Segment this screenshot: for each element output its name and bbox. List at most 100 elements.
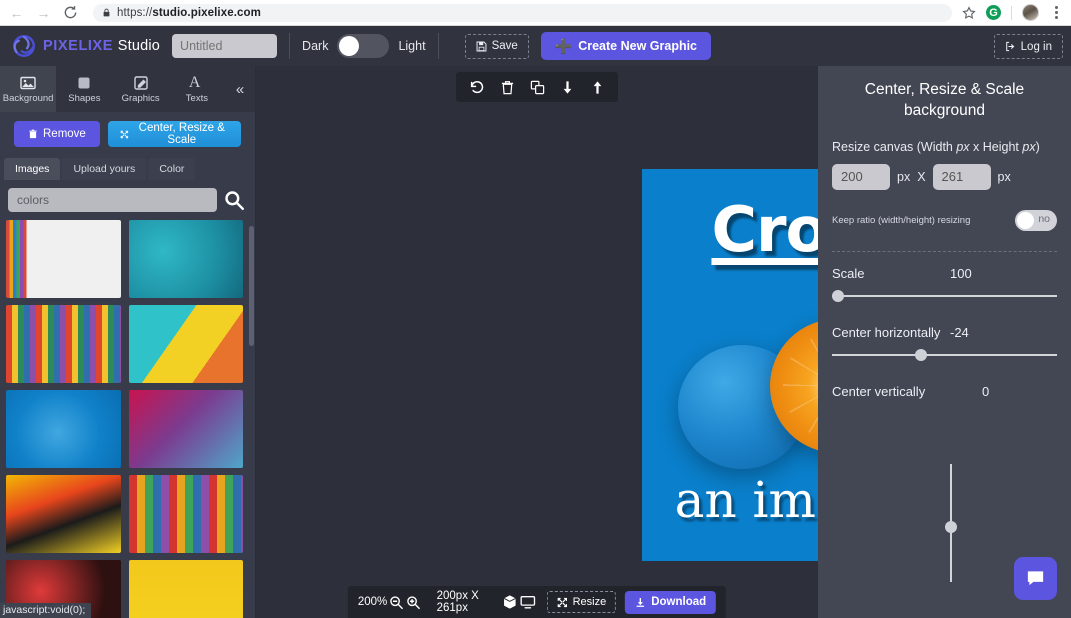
- download-label: Download: [651, 596, 706, 608]
- zoom-level: 200%: [358, 596, 387, 608]
- plus-icon: ➕: [555, 39, 572, 53]
- vertical-slider-thumb[interactable]: [945, 521, 957, 533]
- move-down-icon[interactable]: [552, 72, 582, 102]
- zoom-in-icon[interactable]: [405, 590, 423, 614]
- save-label: Save: [492, 40, 518, 52]
- canvas-dimensions: 200px X 261px: [437, 590, 494, 614]
- thumbnail-rainbow-waves[interactable]: [6, 475, 121, 553]
- create-new-graphic-button[interactable]: ➕ Create New Graphic: [541, 32, 711, 60]
- slider-thumb[interactable]: [832, 290, 844, 302]
- bookmark-star-icon[interactable]: [962, 6, 976, 20]
- tool-tab-background[interactable]: Background: [0, 66, 56, 112]
- vertical-slider-track[interactable]: [944, 464, 958, 582]
- left-sidebar: Background Shapes Graphics A Texts «: [0, 66, 256, 618]
- reload-icon[interactable]: [62, 4, 79, 21]
- avatar[interactable]: [1022, 4, 1039, 21]
- thumbnail-rainbow-stripes-person[interactable]: [6, 305, 121, 383]
- extension-icon[interactable]: G: [986, 5, 1001, 20]
- tool-tab-graphics[interactable]: Graphics: [113, 66, 169, 112]
- panel-title: Center, Resize & Scale background: [832, 80, 1057, 122]
- tool-tab-texts[interactable]: A Texts: [169, 66, 225, 112]
- download-icon: [635, 597, 646, 608]
- duplicate-icon[interactable]: [522, 72, 552, 102]
- resize-button[interactable]: Resize: [547, 591, 617, 613]
- slider-thumb[interactable]: [915, 349, 927, 361]
- monitor-icon[interactable]: [519, 590, 537, 614]
- thumbnail-stained-glass-panels[interactable]: [129, 305, 244, 383]
- tool-tab-label: Background: [3, 93, 54, 104]
- thumbnail-colored-pencils-white[interactable]: [6, 220, 121, 298]
- login-arrow-icon: [1005, 41, 1016, 52]
- width-input[interactable]: [832, 164, 890, 190]
- app-logo[interactable]: PIXELIXE Studio: [8, 34, 160, 58]
- move-arrows-icon: [557, 597, 568, 608]
- keep-ratio-label: Keep ratio (width/height) resizing: [832, 215, 1015, 226]
- sub-tab-color[interactable]: Color: [148, 158, 195, 180]
- height-input[interactable]: [933, 164, 991, 190]
- create-label: Create New Graphic: [578, 39, 697, 53]
- browser-toolbar: ← → https://studio.pixelixe.com G: [0, 0, 1071, 26]
- theme-light-label: Light: [398, 39, 425, 53]
- slider-value: 100: [950, 266, 972, 281]
- zoom-out-icon[interactable]: [387, 590, 405, 614]
- search-icon[interactable]: [223, 189, 245, 211]
- keep-ratio-toggle[interactable]: no: [1015, 210, 1057, 231]
- collapse-sidebar-button[interactable]: «: [225, 66, 255, 112]
- tool-tab-shapes[interactable]: Shapes: [56, 66, 112, 112]
- toolbar-divider: [1011, 6, 1012, 20]
- theme-dark-label: Dark: [302, 39, 328, 53]
- thumbnail-color-swatch-rows[interactable]: [129, 475, 244, 553]
- square-icon: [76, 75, 92, 91]
- background-actions: Remove Center, Resize & Scale: [0, 112, 255, 156]
- background-sub-tabs: Images Upload yours Color: [0, 156, 255, 180]
- canvas-area[interactable]: Crop an image 200% 200px X 261px: [256, 66, 818, 618]
- save-button[interactable]: Save: [465, 34, 529, 59]
- height-unit: px: [998, 170, 1011, 184]
- move-arrows-icon: [120, 129, 129, 140]
- thumbnail-pink-purple-ink[interactable]: [129, 390, 244, 468]
- width-unit: px: [897, 170, 910, 184]
- slider-center-vertically: Center vertically 0: [832, 384, 1057, 399]
- canvas-size-row: px X px: [832, 164, 1057, 190]
- slider-track[interactable]: [832, 348, 1057, 362]
- remove-background-button[interactable]: Remove: [14, 121, 100, 147]
- sub-tab-images[interactable]: Images: [4, 158, 60, 180]
- kebab-menu-icon[interactable]: [1049, 6, 1063, 19]
- tool-tab-bar: Background Shapes Graphics A Texts «: [0, 66, 255, 112]
- undo-icon[interactable]: [462, 72, 492, 102]
- sidebar-scrollbar[interactable]: [249, 226, 254, 346]
- center-resize-scale-button[interactable]: Center, Resize & Scale: [108, 121, 241, 147]
- thumbnail-yellow-gradient[interactable]: [129, 560, 244, 618]
- letter-a-icon: A: [189, 75, 205, 91]
- logo-text: PIXELIXE Studio: [43, 38, 160, 54]
- search-input[interactable]: [8, 188, 217, 212]
- background-thumbnail-grid: [0, 218, 255, 618]
- login-button[interactable]: Log in: [994, 34, 1063, 59]
- pencil-square-icon: [133, 75, 149, 91]
- sub-tab-upload-yours[interactable]: Upload yours: [62, 158, 146, 180]
- section-divider: [832, 251, 1057, 252]
- app-header: PIXELIXE Studio Dark Light Save ➕ Create…: [0, 26, 1071, 66]
- slider-label: Center horizontally: [832, 325, 950, 340]
- forward-arrow-icon[interactable]: →: [35, 4, 52, 21]
- resize-canvas-label: Resize canvas (Width px x Height px): [832, 140, 1057, 154]
- slider-track[interactable]: [832, 289, 1057, 303]
- theme-toggle[interactable]: [337, 34, 389, 58]
- download-button[interactable]: Download: [625, 591, 716, 614]
- cube-icon[interactable]: [501, 590, 519, 614]
- header-divider: [289, 33, 290, 59]
- move-up-icon[interactable]: [582, 72, 612, 102]
- back-arrow-icon[interactable]: ←: [8, 4, 25, 21]
- header-divider-2: [438, 33, 439, 59]
- panel-title-line1: Center, Resize & Scale: [832, 80, 1057, 101]
- image-icon: [20, 75, 36, 91]
- tool-tab-label: Texts: [186, 93, 208, 104]
- document-title-input[interactable]: [172, 34, 277, 58]
- keep-ratio-state: no: [1038, 213, 1050, 225]
- trash-icon[interactable]: [492, 72, 522, 102]
- tool-tab-label: Shapes: [68, 93, 100, 104]
- address-bar[interactable]: https://studio.pixelixe.com: [93, 4, 952, 22]
- thumbnail-teal-glitter[interactable]: [129, 220, 244, 298]
- thumbnail-blue-orange-fruit[interactable]: [6, 390, 121, 468]
- chat-support-button[interactable]: [1014, 557, 1057, 600]
